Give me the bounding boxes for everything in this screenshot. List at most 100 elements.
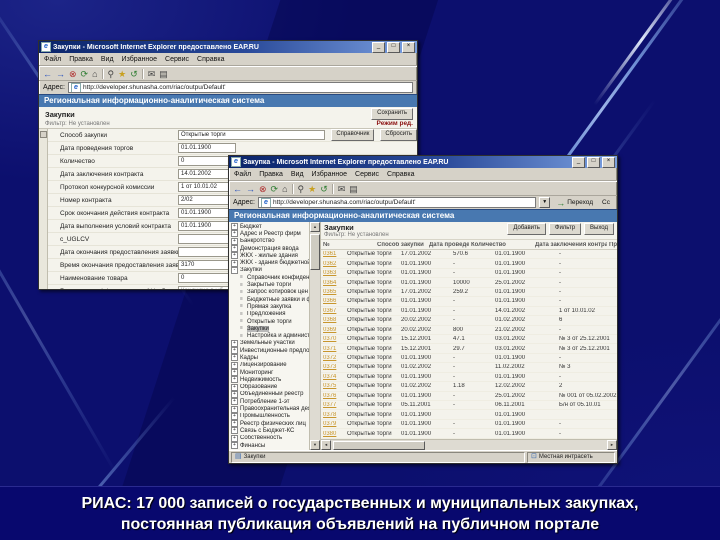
minimize-button[interactable]: _	[572, 156, 585, 168]
tree-expander-icon[interactable]: ≡	[238, 303, 245, 310]
scroll-right-icon[interactable]: ►	[607, 440, 617, 450]
record-id-link[interactable]: 0369	[321, 327, 345, 333]
tree-expander-icon[interactable]: +	[231, 354, 238, 362]
save-button[interactable]: Сохранить	[371, 108, 413, 120]
title-bar[interactable]: e Закупка - Microsoft Internet Explorer …	[229, 156, 617, 168]
field-input[interactable]: Открытые торги	[178, 130, 326, 140]
record-id-link[interactable]: 0365	[321, 289, 345, 295]
tree-item[interactable]: ≡ Закупки	[229, 325, 309, 332]
menu-item[interactable]: Избранное	[312, 171, 347, 178]
tree-expander-icon[interactable]: +	[231, 442, 238, 450]
record-id-link[interactable]: 0371	[321, 346, 345, 352]
address-dropdown-icon[interactable]: ▼	[539, 197, 551, 208]
menu-item[interactable]: Избранное	[122, 56, 157, 63]
tree-expander-icon[interactable]: +	[231, 252, 238, 260]
tree-expander-icon[interactable]: +	[231, 361, 238, 369]
table-header-cell[interactable]: Дата проведения торгов	[427, 242, 469, 248]
mail-icon[interactable]: ✉	[148, 68, 156, 80]
minimize-button[interactable]: _	[372, 41, 385, 53]
table-header-cell[interactable]: №	[321, 242, 375, 248]
menu-item[interactable]: Вид	[291, 171, 304, 178]
record-id-link[interactable]: 0373	[321, 364, 345, 370]
table-header-cell[interactable]: Протокол конкурсн. комис.	[607, 242, 617, 248]
tree-item[interactable]: ≡ Справочник конфиденц.	[229, 274, 309, 281]
tree-expander-icon[interactable]: ≡	[238, 282, 245, 289]
reference-button[interactable]: Справочник	[331, 129, 375, 141]
tree-item[interactable]: + ЖКХ - здания бюджетной сф.	[229, 259, 309, 267]
tree-item[interactable]: + Земельные участки	[229, 339, 309, 347]
tree-expander-icon[interactable]: ≡	[238, 325, 245, 332]
tree-item[interactable]: ≡ Открытые торги	[229, 318, 309, 325]
menu-item[interactable]: Правка	[69, 56, 93, 63]
menu-item[interactable]: Вид	[101, 56, 114, 63]
stop-icon[interactable]: ⊗	[69, 68, 77, 80]
favorites-icon[interactable]: ★	[308, 183, 316, 195]
menu-item[interactable]: Правка	[259, 171, 283, 178]
close-button[interactable]: ×	[402, 41, 415, 53]
print-icon[interactable]: ▤	[159, 68, 168, 80]
tree-item[interactable]: + Правоохранительная деят.	[229, 405, 309, 413]
record-id-link[interactable]: 0377	[321, 402, 345, 408]
tree-item[interactable]: + Реестр физических лиц	[229, 420, 309, 428]
table-header-cell[interactable]: Способ закупки	[375, 242, 427, 248]
tree-expander-icon[interactable]: +	[231, 259, 238, 267]
tree-expander-icon[interactable]: +	[231, 230, 238, 238]
tree-vertical-scrollbar[interactable]: ▲ ▼	[310, 222, 321, 450]
reset-button[interactable]: Сбросить	[380, 129, 417, 141]
record-id-link[interactable]: 0370	[321, 336, 345, 342]
scrollbar-thumb[interactable]	[310, 234, 320, 270]
forward-icon[interactable]: →	[56, 68, 65, 80]
favorites-icon[interactable]: ★	[118, 68, 126, 80]
forward-icon[interactable]: →	[246, 183, 255, 195]
tree-expander-icon[interactable]: ≡	[238, 333, 245, 340]
record-id-link[interactable]: 0364	[321, 280, 345, 286]
menu-item[interactable]: Файл	[234, 171, 251, 178]
scroll-left-icon[interactable]: ◄	[321, 440, 331, 450]
tree-item[interactable]: + Адрес и Реестр фирм	[229, 230, 309, 238]
print-icon[interactable]: ▤	[349, 183, 358, 195]
action-button[interactable]: Добавить	[507, 223, 546, 235]
tree-expander-icon[interactable]: -	[231, 266, 238, 274]
menu-item[interactable]: Справка	[197, 56, 224, 63]
tree-expander-icon[interactable]: +	[231, 427, 238, 435]
back-icon[interactable]: ←	[43, 68, 52, 80]
record-id-link[interactable]: 0372	[321, 355, 345, 361]
tree-item[interactable]: + Демонстрация ввода	[229, 245, 309, 253]
tree-item[interactable]: + Кадры	[229, 354, 309, 362]
title-bar[interactable]: e Закупки - Microsoft Internet Explorer …	[39, 41, 417, 53]
maximize-button[interactable]: □	[587, 156, 600, 168]
tree-expander-icon[interactable]: ≡	[238, 296, 245, 303]
tree-expander-icon[interactable]: +	[231, 237, 238, 245]
tree-item[interactable]: + Лицензирование	[229, 361, 309, 369]
mail-icon[interactable]: ✉	[338, 183, 346, 195]
tree-item[interactable]: + Мониторинг	[229, 369, 309, 377]
tree-expander-icon[interactable]: +	[231, 434, 238, 442]
tree-expander-icon[interactable]: +	[231, 398, 238, 406]
search-icon[interactable]: ⚲	[298, 183, 305, 195]
tree-item[interactable]: ≡ Закрытые торги	[229, 281, 309, 288]
frame-toggle-box[interactable]	[40, 131, 47, 138]
close-button[interactable]: ×	[602, 156, 615, 168]
tree-item[interactable]: + Объединенный реестр	[229, 390, 309, 398]
tree-expander-icon[interactable]: +	[231, 347, 238, 355]
tree-item[interactable]: + Промышленность	[229, 412, 309, 420]
tree-item[interactable]: + Банкротство	[229, 237, 309, 245]
history-icon[interactable]: ↺	[130, 68, 138, 80]
record-id-link[interactable]: 0366	[321, 298, 345, 304]
home-icon[interactable]: ⌂	[92, 68, 97, 80]
record-id-link[interactable]: 0374	[321, 374, 345, 380]
menu-item[interactable]: Справка	[387, 171, 414, 178]
stop-icon[interactable]: ⊗	[259, 183, 267, 195]
record-id-link[interactable]: 0379	[321, 421, 345, 427]
tree-item[interactable]: ≡ Предложения	[229, 311, 309, 318]
tree-expander-icon[interactable]: +	[231, 339, 238, 347]
back-icon[interactable]: ←	[233, 183, 242, 195]
collapsed-frame-strip[interactable]	[39, 129, 48, 289]
tree-item[interactable]: + Образование	[229, 383, 309, 391]
go-button[interactable]: → Переход	[553, 197, 596, 209]
home-icon[interactable]: ⌂	[282, 183, 287, 195]
tree-expander-icon[interactable]: ≡	[238, 311, 245, 318]
menu-item[interactable]: Файл	[44, 56, 61, 63]
action-button[interactable]: Фильтр	[548, 223, 582, 235]
tree-expander-icon[interactable]: +	[231, 376, 238, 384]
